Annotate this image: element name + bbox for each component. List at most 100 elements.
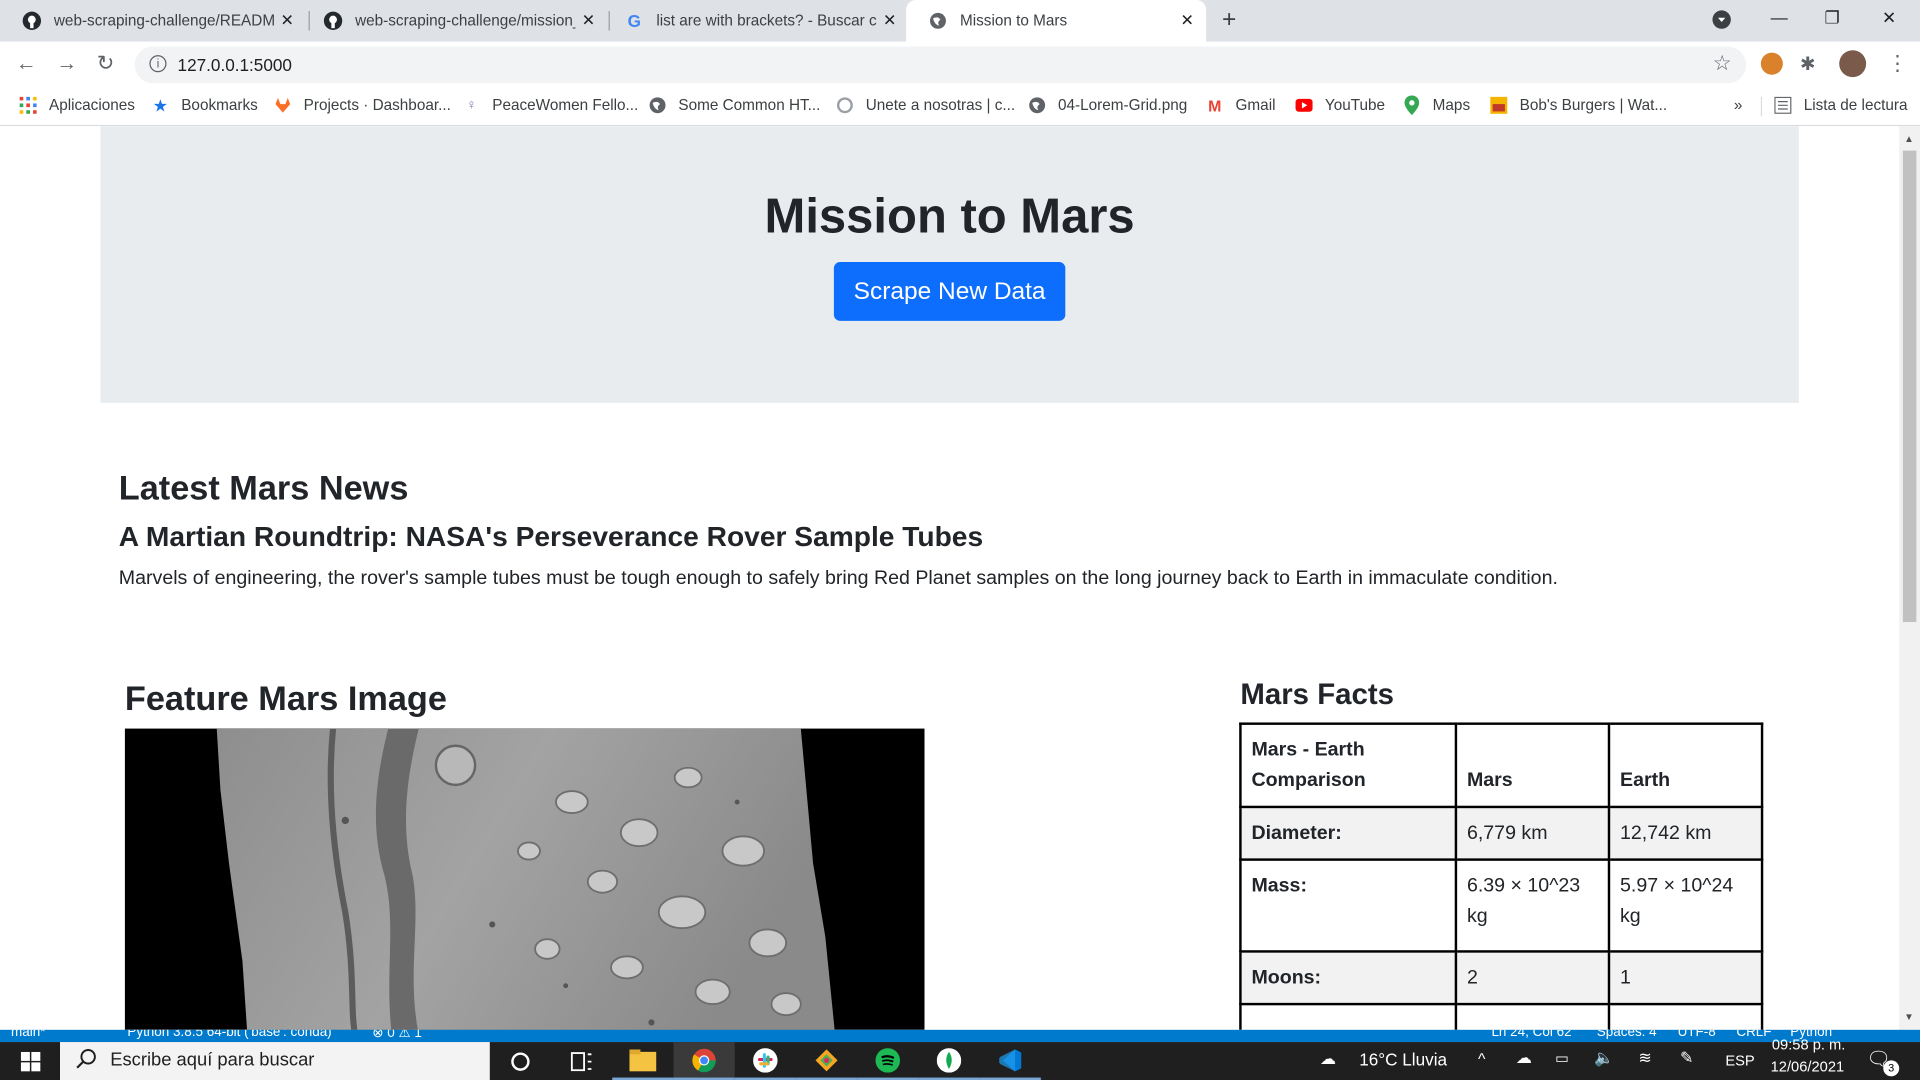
bookmark-label: Projects · Dashboar...	[303, 96, 451, 114]
bookmark-item[interactable]: M Gmail	[1206, 96, 1275, 115]
bookmark-item[interactable]: Unete a nosotras | c...	[836, 97, 1015, 114]
chrome-icon[interactable]	[673, 1042, 735, 1080]
page-scrollbar[interactable]: ▲ ▼	[1899, 126, 1920, 1030]
file-explorer-icon[interactable]	[612, 1042, 674, 1080]
task-view-icon[interactable]	[551, 1042, 612, 1080]
reading-list-button[interactable]: Lista de lectura	[1774, 96, 1908, 114]
table-cell	[1454, 1002, 1611, 1030]
battery-icon[interactable]: ▭	[1555, 1049, 1569, 1066]
info-icon[interactable]: i	[149, 55, 167, 73]
pen-icon[interactable]: ✎	[1680, 1048, 1693, 1068]
github-icon	[22, 11, 42, 31]
branch-indicator[interactable]: main*	[11, 1030, 45, 1040]
close-icon[interactable]: ✕	[883, 11, 896, 31]
problems-indicator[interactable]: ⊗ 0 ⚠ 1	[372, 1030, 422, 1041]
cookie-extension-icon[interactable]	[1760, 52, 1783, 75]
address-bar[interactable]: i 127.0.0.1:5000 ☆	[134, 46, 1747, 84]
reload-icon[interactable]: ↻	[97, 51, 114, 75]
chevron-up-icon[interactable]: ^	[1478, 1049, 1485, 1067]
taskbar-search[interactable]: Escribe aquí para buscar	[60, 1042, 490, 1080]
wifi-icon[interactable]: ≋	[1638, 1048, 1651, 1068]
bookmark-item[interactable]: ♀ PeaceWomen Fello...	[463, 97, 638, 114]
bookmark-item[interactable]: Maps	[1403, 95, 1470, 116]
bookmark-item[interactable]: 04-Lorem-Grid.png	[1029, 97, 1187, 114]
news-paragraph: Marvels of engineering, the rover's samp…	[118, 568, 1558, 589]
tab-mission[interactable]: web-scraping-challenge/mission_ ✕	[301, 0, 607, 42]
clock-time[interactable]: 09:58 p. m.	[1772, 1036, 1846, 1053]
clock-date[interactable]: 12/06/2021	[1771, 1058, 1845, 1075]
featured-mars-image	[124, 728, 925, 1030]
forward-icon[interactable]: →	[56, 51, 77, 75]
close-icon[interactable]: ✕	[582, 11, 595, 31]
editor-status-bar: main* Python 3.8.5 64-bit ('base': conda…	[0, 1029, 1920, 1043]
bookmark-item[interactable]: Projects · Dashboar...	[274, 97, 451, 114]
bookmark-item[interactable]: YouTube	[1295, 97, 1385, 114]
tab-search-icon[interactable]	[1712, 10, 1732, 33]
volume-icon[interactable]: 🔈	[1594, 1048, 1614, 1068]
windows-taskbar: Escribe aquí para buscar ☁ 16°C Lluvia ^…	[0, 1036, 1920, 1080]
feature-image-heading: Feature Mars Image	[124, 679, 447, 718]
python-interpreter[interactable]: Python 3.8.5 64-bit ('base': conda)	[127, 1030, 331, 1040]
search-placeholder: Escribe aquí para buscar	[110, 1049, 315, 1071]
extensions-puzzle-icon[interactable]: ✱	[1800, 53, 1815, 75]
url-text[interactable]: 127.0.0.1:5000	[178, 55, 292, 75]
table-row: Mass: 6.39 × 10^23 kg 5.97 × 10^24 kg	[1239, 858, 1764, 953]
scroll-up-icon[interactable]: ▲	[1904, 133, 1914, 144]
minimize-icon[interactable]: —	[1771, 7, 1788, 27]
tab-title: Mission to Mars	[960, 12, 1068, 30]
bookmark-item[interactable]: Aplicaciones	[19, 96, 135, 114]
browser-toolbar: ← → ↻ i 127.0.0.1:5000 ☆ ✱ ⋮	[0, 41, 1920, 89]
divider	[1760, 96, 1763, 117]
back-icon[interactable]: ←	[16, 51, 37, 75]
language-indicator[interactable]: ESP	[1725, 1052, 1754, 1069]
reading-list-icon	[1774, 96, 1792, 114]
gmail-icon: M	[1208, 96, 1222, 115]
pin-icon: ♀	[466, 97, 477, 113]
cortana-icon[interactable]	[490, 1042, 551, 1080]
scrollbar-thumb[interactable]	[1902, 150, 1917, 623]
bookmark-label: Bookmarks	[181, 96, 258, 114]
spotify-icon[interactable]	[857, 1042, 919, 1080]
encoding[interactable]: UTF-8	[1678, 1030, 1716, 1040]
scroll-down-icon[interactable]: ▼	[1904, 1011, 1914, 1022]
close-window-icon[interactable]: ✕	[1882, 7, 1896, 28]
scrape-button[interactable]: Scrape New Data	[833, 262, 1066, 321]
weather-icon[interactable]: ☁	[1320, 1049, 1336, 1069]
slack-icon[interactable]	[734, 1042, 796, 1080]
github-icon	[323, 11, 343, 31]
onedrive-icon[interactable]: ☁	[1516, 1048, 1532, 1068]
weather-text[interactable]: 16°C Lluvia	[1359, 1049, 1447, 1069]
tab-google-search[interactable]: G list are with brackets? - Buscar co ✕	[602, 0, 908, 42]
mongodb-compass-icon[interactable]	[918, 1042, 980, 1080]
gitkraken-icon[interactable]	[795, 1042, 858, 1080]
bookmark-label: Aplicaciones	[48, 96, 135, 114]
maps-icon	[1403, 95, 1420, 116]
close-icon[interactable]: ✕	[281, 11, 294, 31]
bookmarks-bar: Aplicaciones ★ Bookmarks Projects · Dash…	[0, 88, 1920, 127]
avatar[interactable]	[1839, 50, 1867, 78]
close-icon[interactable]: ✕	[1181, 11, 1194, 31]
cursor-position[interactable]: Ln 24, Col 62	[1491, 1030, 1571, 1040]
vscode-icon[interactable]	[979, 1042, 1041, 1080]
table-cell: 2	[1454, 950, 1611, 1006]
bookmark-star-icon[interactable]: ☆	[1713, 51, 1732, 75]
google-icon: G	[627, 11, 641, 31]
bookmark-item[interactable]: Bob's Burgers | Wat...	[1490, 96, 1668, 114]
new-tab-button[interactable]: +	[1222, 6, 1236, 34]
tab-mission-to-mars[interactable]: Mission to Mars ✕	[906, 0, 1207, 42]
web-page: Mission to Mars Scrape New Data Latest M…	[0, 126, 1900, 1030]
bookmarks-overflow-button[interactable]: »	[1734, 97, 1743, 114]
bookmark-label: Bob's Burgers | Wat...	[1519, 96, 1668, 114]
windows-start-icon[interactable]	[0, 1042, 60, 1080]
table-cell: 6.39 × 10^23 kg	[1454, 858, 1611, 953]
restore-icon[interactable]: ❐	[1825, 7, 1840, 28]
line-endings[interactable]: CRLF	[1736, 1030, 1771, 1040]
star-icon: ★	[152, 94, 169, 115]
bookmark-item[interactable]: Some Common HT...	[649, 97, 820, 114]
tab-readme[interactable]: web-scraping-challenge/READM ✕	[0, 0, 306, 42]
table-row	[1239, 1002, 1764, 1030]
table-cell	[1607, 1002, 1764, 1030]
indentation[interactable]: Spaces: 4	[1597, 1030, 1657, 1040]
bookmark-item[interactable]: ★ Bookmarks	[152, 94, 258, 115]
menu-kebab-icon[interactable]: ⋮	[1887, 51, 1908, 75]
